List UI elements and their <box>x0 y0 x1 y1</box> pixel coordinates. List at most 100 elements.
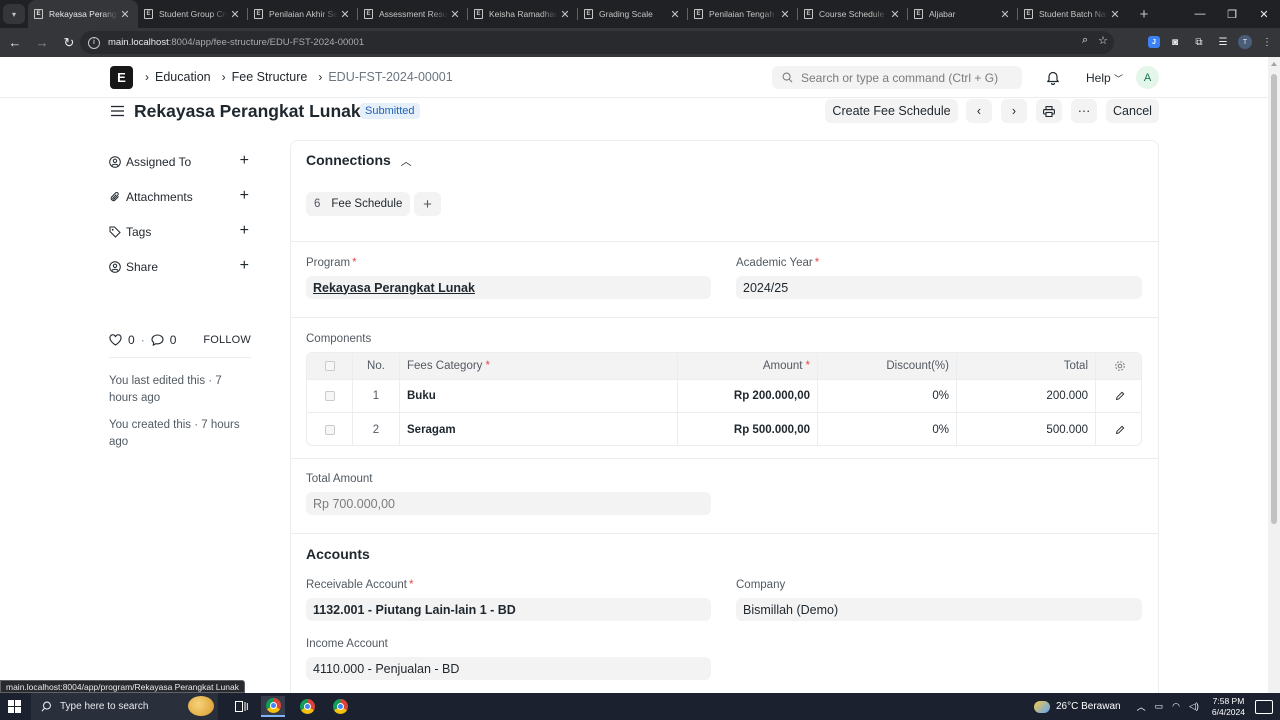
close-tab-icon[interactable]: ✕ <box>888 8 902 21</box>
taskbar-chrome-icon[interactable] <box>295 696 319 717</box>
browser-tab[interactable]: E Rekayasa Perangkat Lunak ✕ <box>28 0 138 28</box>
program-field[interactable]: Rekayasa Perangkat Lunak <box>306 276 711 299</box>
reading-list-icon[interactable]: ☰ <box>1214 31 1232 53</box>
close-tab-icon[interactable]: ✕ <box>558 8 572 21</box>
restore-window-button[interactable]: ❐ <box>1216 0 1248 28</box>
windows-start-icon[interactable] <box>8 700 21 713</box>
column-settings-gear-icon[interactable] <box>1114 360 1126 372</box>
edit-pencil-icon[interactable] <box>1115 425 1125 435</box>
browser-tab[interactable]: E Assessment Result ✕ <box>358 0 468 28</box>
income-account-field[interactable]: 4110.000 - Penjualan - BD <box>306 657 711 680</box>
help-dropdown[interactable]: Help ﹀ <box>1086 71 1123 85</box>
add-tag-icon[interactable]: + <box>240 223 249 239</box>
row-checkbox[interactable] <box>324 424 335 435</box>
follow-button[interactable]: FOLLOW <box>203 334 251 346</box>
create-fee-schedule-button[interactable]: Create Fee Schedule <box>825 99 958 123</box>
table-row[interactable]: 1 Buku Rp 200.000,00 0% 200.000 <box>307 380 1141 413</box>
breadcrumb-fee-structure[interactable]: Fee Structure <box>232 70 308 84</box>
close-tab-icon[interactable]: ✕ <box>448 8 462 21</box>
close-window-button[interactable]: ✕ <box>1248 0 1280 28</box>
add-fee-schedule-button[interactable]: + <box>414 192 441 216</box>
sidebar-assigned-to[interactable]: Assigned To + <box>109 153 249 171</box>
battery-icon[interactable]: ▭ <box>1155 701 1164 712</box>
sidebar-toggle-icon[interactable] <box>111 105 124 117</box>
zoom-icon[interactable]: ⌕ <box>1082 34 1088 47</box>
row-total[interactable]: 200.000 <box>957 380 1096 412</box>
sidebar-tags[interactable]: Tags + <box>109 223 249 241</box>
print-button[interactable] <box>1036 99 1062 123</box>
sidebar-share[interactable]: Share + <box>109 258 249 276</box>
browser-tab[interactable]: E Penilaian Akhir Semester ✕ <box>248 0 358 28</box>
row-amount[interactable]: Rp 200.000,00 <box>678 380 818 412</box>
sidebar-attachments[interactable]: Attachments + <box>109 188 249 206</box>
close-tab-icon[interactable]: ✕ <box>998 8 1012 21</box>
breadcrumb-current[interactable]: EDU-FST-2024-00001 <box>328 70 452 84</box>
edit-pencil-icon[interactable] <box>1115 391 1125 401</box>
browser-tab[interactable]: E Penilaian Tengah Semester ✕ <box>688 0 798 28</box>
profile-avatar[interactable]: T <box>1238 35 1252 49</box>
browser-tab[interactable]: E Grading Scale ✕ <box>578 0 688 28</box>
add-assignee-icon[interactable]: + <box>240 153 249 169</box>
site-info-icon[interactable]: i <box>88 36 100 49</box>
row-fees-category[interactable]: Buku <box>400 380 678 412</box>
task-view-icon[interactable] <box>229 696 253 717</box>
close-tab-icon[interactable]: ✕ <box>668 8 682 21</box>
new-tab-button[interactable]: + <box>1132 6 1156 23</box>
cancel-button[interactable]: Cancel <box>1106 99 1159 123</box>
academic-year-field[interactable]: 2024/25 <box>736 276 1142 299</box>
close-tab-icon[interactable]: ✕ <box>338 8 352 21</box>
browser-tab[interactable]: E Course Schedule ✕ <box>798 0 908 28</box>
chrome-menu-icon[interactable]: ⋮ <box>1258 31 1276 53</box>
notification-center-icon[interactable] <box>1255 699 1273 714</box>
add-attachment-icon[interactable]: + <box>240 188 249 204</box>
heart-icon[interactable] <box>109 334 122 346</box>
close-tab-icon[interactable]: ✕ <box>228 8 242 21</box>
taskbar-chrome-icon[interactable] <box>328 696 352 717</box>
connection-fee-schedule[interactable]: 6 Fee Schedule <box>306 192 411 216</box>
tray-chevron-up-icon[interactable]: ︿ <box>1137 700 1146 713</box>
camera-extension-icon[interactable]: ◙ <box>1166 31 1184 53</box>
app-logo[interactable]: E <box>110 66 133 89</box>
browser-tab[interactable]: E Keisha Ramadhani ✕ <box>468 0 578 28</box>
taskbar-search-input[interactable]: Type here to search <box>31 693 218 720</box>
notification-bell-icon[interactable] <box>1046 70 1060 85</box>
row-total[interactable]: 500.000 <box>957 413 1096 445</box>
row-discount[interactable]: 0% <box>818 380 957 412</box>
close-tab-icon[interactable]: ✕ <box>118 8 132 21</box>
select-all-checkbox[interactable] <box>324 361 335 371</box>
taskbar-clock[interactable]: 7:58 PM 6/4/2024 <box>1212 696 1245 718</box>
row-discount[interactable]: 0% <box>818 413 957 445</box>
row-checkbox[interactable] <box>324 391 335 401</box>
next-doc-button[interactable]: › <box>1001 99 1027 123</box>
comment-icon[interactable] <box>151 334 164 346</box>
bookmark-star-icon[interactable]: ☆ <box>1098 34 1108 47</box>
awesomebar-search-input[interactable]: Search or type a command (Ctrl + G) <box>772 66 1022 89</box>
address-bar[interactable]: i main.localhost:8004/app/fee-structure/… <box>80 31 1114 54</box>
wifi-icon[interactable]: ◠ <box>1172 701 1180 712</box>
chevron-up-icon[interactable]: ︿ <box>401 156 412 168</box>
connections-title[interactable]: Connections ︿ <box>306 152 412 169</box>
tab-search-button[interactable]: ▾ <box>3 4 25 24</box>
receivable-account-field[interactable]: 1132.001 - Piutang Lain-lain 1 - BD <box>306 598 711 621</box>
browser-tab[interactable]: E Aljabar ✕ <box>908 0 1018 28</box>
add-share-icon[interactable]: + <box>240 258 249 274</box>
close-tab-icon[interactable]: ✕ <box>1108 8 1122 21</box>
extensions-puzzle-icon[interactable]: ⧉ <box>1190 31 1208 53</box>
browser-tab[interactable]: E Student Batch Name ✕ <box>1018 0 1128 28</box>
company-field[interactable]: Bismillah (Demo) <box>736 598 1142 621</box>
taskbar-chrome-icon[interactable] <box>261 696 285 717</box>
row-fees-category[interactable]: Seragam <box>400 413 678 445</box>
previous-doc-button[interactable]: ‹ <box>966 99 992 123</box>
minimize-window-button[interactable]: — <box>1184 0 1216 28</box>
volume-icon[interactable]: ◁) <box>1189 701 1199 712</box>
close-tab-icon[interactable]: ✕ <box>778 8 792 21</box>
weather-widget[interactable]: 26°C Berawan <box>1034 700 1121 713</box>
back-arrow-icon[interactable]: ← <box>3 31 27 55</box>
table-row[interactable]: 2 Seragam Rp 500.000,00 0% 500.000 <box>307 413 1141 445</box>
more-actions-button[interactable]: ··· <box>1071 99 1097 123</box>
browser-tab[interactable]: E Student Group Creation Tool ✕ <box>138 0 248 28</box>
row-amount[interactable]: Rp 500.000,00 <box>678 413 818 445</box>
breadcrumb-education[interactable]: Education <box>155 70 211 84</box>
user-avatar[interactable]: A <box>1136 66 1159 89</box>
page-scrollbar[interactable] <box>1268 57 1280 693</box>
